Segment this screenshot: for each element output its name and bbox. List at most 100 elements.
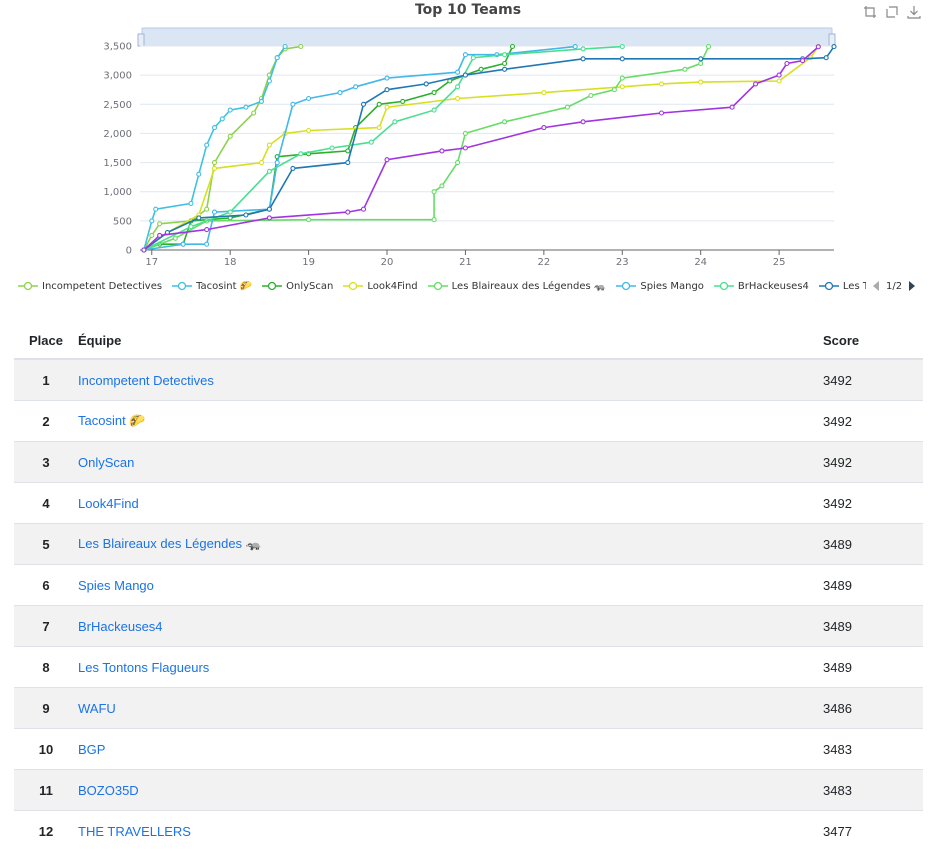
data-point[interactable]: [479, 67, 483, 71]
data-point[interactable]: [503, 120, 507, 124]
data-point[interactable]: [385, 76, 389, 80]
legend-next-icon[interactable]: [908, 280, 916, 292]
data-point[interactable]: [142, 248, 146, 252]
data-point[interactable]: [683, 67, 687, 71]
data-point[interactable]: [154, 207, 158, 211]
data-point[interactable]: [346, 149, 350, 153]
data-point[interactable]: [307, 97, 311, 101]
data-point[interactable]: [307, 218, 311, 222]
team-link[interactable]: Tacosint 🌮: [78, 413, 146, 428]
data-point[interactable]: [424, 82, 428, 86]
data-point[interactable]: [385, 158, 389, 162]
data-point[interactable]: [463, 146, 467, 150]
legend-item[interactable]: BrHackeuses4: [714, 281, 809, 292]
zoom-icon[interactable]: [862, 4, 878, 20]
data-point[interactable]: [707, 45, 711, 49]
data-point[interactable]: [267, 143, 271, 147]
data-point[interactable]: [401, 99, 405, 103]
data-point[interactable]: [503, 67, 507, 71]
data-point[interactable]: [377, 126, 381, 130]
zoom-slider-left-handle[interactable]: [138, 34, 144, 46]
team-link[interactable]: BrHackeuses4: [78, 619, 163, 634]
team-link[interactable]: BOZO35D: [78, 783, 139, 798]
team-link[interactable]: BGP: [78, 742, 105, 757]
data-point[interactable]: [581, 57, 585, 61]
data-point[interactable]: [824, 56, 828, 60]
legend-item[interactable]: Look4Find: [343, 281, 417, 292]
data-point[interactable]: [699, 57, 703, 61]
data-point[interactable]: [432, 190, 436, 194]
data-point[interactable]: [189, 225, 193, 229]
data-point[interactable]: [660, 111, 664, 115]
data-point[interactable]: [299, 152, 303, 156]
legend-item[interactable]: Spies Mango: [616, 281, 704, 292]
data-point[interactable]: [730, 105, 734, 109]
data-point[interactable]: [573, 45, 577, 49]
data-point[interactable]: [338, 91, 342, 95]
data-point[interactable]: [181, 242, 185, 246]
data-point[interactable]: [432, 91, 436, 95]
data-point[interactable]: [346, 161, 350, 165]
data-point[interactable]: [542, 126, 546, 130]
team-link[interactable]: THE TRAVELLERS: [78, 824, 191, 839]
team-link[interactable]: WAFU: [78, 701, 116, 716]
data-point[interactable]: [213, 161, 217, 165]
data-point[interactable]: [189, 201, 193, 205]
data-point[interactable]: [354, 85, 358, 89]
data-point[interactable]: [244, 105, 248, 109]
legend-prev-icon[interactable]: [872, 280, 880, 292]
data-point[interactable]: [267, 169, 271, 173]
data-point[interactable]: [503, 62, 507, 66]
data-point[interactable]: [832, 45, 836, 49]
data-point[interactable]: [260, 161, 264, 165]
data-point[interactable]: [205, 143, 209, 147]
data-point[interactable]: [463, 53, 467, 57]
data-point[interactable]: [275, 161, 279, 165]
data-point[interactable]: [511, 45, 515, 49]
team-link[interactable]: Les Blaireaux des Légendes 🦡: [78, 536, 262, 551]
data-point[interactable]: [346, 210, 350, 214]
legend-item[interactable]: OnlyScan: [262, 281, 333, 292]
data-point[interactable]: [620, 76, 624, 80]
data-point[interactable]: [267, 207, 271, 211]
data-point[interactable]: [440, 149, 444, 153]
data-point[interactable]: [244, 213, 248, 217]
download-icon[interactable]: [906, 4, 922, 20]
data-point[interactable]: [393, 120, 397, 124]
data-point[interactable]: [150, 233, 154, 237]
data-point[interactable]: [432, 108, 436, 112]
data-point[interactable]: [620, 85, 624, 89]
data-point[interactable]: [158, 222, 162, 226]
data-point[interactable]: [589, 94, 593, 98]
data-point[interactable]: [205, 242, 209, 246]
data-point[interactable]: [456, 97, 460, 101]
data-point[interactable]: [471, 56, 475, 60]
team-link[interactable]: Look4Find: [78, 496, 139, 511]
data-point[interactable]: [150, 219, 154, 223]
legend-item[interactable]: Incompetent Detectives: [18, 281, 162, 292]
data-point[interactable]: [197, 172, 201, 176]
data-point[interactable]: [816, 45, 820, 49]
data-point[interactable]: [377, 102, 381, 106]
data-point[interactable]: [362, 207, 366, 211]
data-point[interactable]: [228, 108, 232, 112]
data-point[interactable]: [228, 210, 232, 214]
data-point[interactable]: [173, 236, 177, 240]
team-link[interactable]: Les Tontons Flagueurs: [78, 660, 209, 675]
data-point[interactable]: [777, 73, 781, 77]
data-point[interactable]: [369, 140, 373, 144]
data-point[interactable]: [158, 233, 162, 237]
team-link[interactable]: Incompetent Detectives: [78, 373, 214, 388]
data-point[interactable]: [283, 45, 287, 49]
team-link[interactable]: OnlyScan: [78, 455, 134, 470]
data-point[interactable]: [228, 134, 232, 138]
data-point[interactable]: [260, 99, 264, 103]
data-point[interactable]: [456, 161, 460, 165]
data-point[interactable]: [291, 102, 295, 106]
data-point[interactable]: [660, 82, 664, 86]
data-point[interactable]: [565, 105, 569, 109]
data-point[interactable]: [463, 73, 467, 77]
data-point[interactable]: [213, 210, 217, 214]
data-point[interactable]: [801, 59, 805, 63]
data-point[interactable]: [620, 45, 624, 49]
